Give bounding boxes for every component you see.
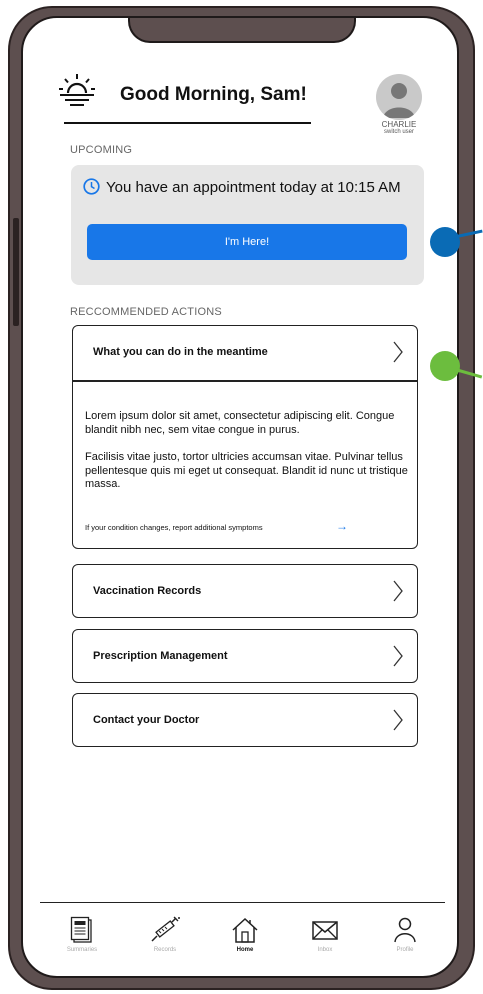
- nav-label: Home: [236, 947, 254, 953]
- mail-icon: [312, 921, 338, 940]
- nav-label: Records: [153, 947, 177, 953]
- switch-user-link[interactable]: switch user: [363, 129, 435, 135]
- annotation-dot-green: [430, 351, 460, 381]
- sunrise-icon: [59, 74, 95, 106]
- clock-icon: [83, 178, 100, 195]
- vaccination-records-card[interactable]: Vaccination Records: [72, 564, 418, 618]
- chevron-right-icon: [393, 709, 403, 731]
- im-here-button[interactable]: I'm Here!: [87, 224, 407, 260]
- appointment-text: You have an appointment today at 10:15 A…: [106, 179, 401, 196]
- chevron-right-icon: [393, 580, 403, 602]
- card-divider: [73, 380, 417, 382]
- upcoming-label: UPCOMING: [70, 144, 133, 156]
- chevron-right-icon: [393, 645, 403, 667]
- nav-label: Profile: [396, 947, 414, 953]
- user-name: CHARLIE: [381, 120, 417, 129]
- phone-screen: Good Morning, Sam! CHARLIE switch user U…: [21, 16, 459, 978]
- nav-divider: [40, 902, 445, 903]
- prescription-management-card[interactable]: Prescription Management: [72, 629, 418, 683]
- arrow-right-icon[interactable]: →: [336, 519, 348, 533]
- nav-records[interactable]: Records: [135, 916, 195, 964]
- contact-doctor-card[interactable]: Contact your Doctor: [72, 693, 418, 747]
- report-symptoms-link[interactable]: If your condition changes, report additi…: [85, 523, 263, 532]
- greeting-underline: [64, 122, 311, 124]
- meantime-card-header[interactable]: What you can do in the meantime: [73, 326, 417, 380]
- document-icon: [70, 916, 92, 943]
- nav-label: Summaries: [66, 947, 98, 953]
- meantime-card-body: Lorem ipsum dolor sit amet, consectetur …: [85, 410, 410, 506]
- card-title: Vaccination Records: [93, 585, 202, 597]
- recommended-actions-label: RECCOMMENDED ACTIONS: [70, 306, 222, 318]
- home-icon: [232, 917, 258, 943]
- syringe-icon: [151, 916, 180, 942]
- greeting-title: Good Morning, Sam!: [120, 84, 307, 105]
- nav-home[interactable]: Home: [215, 916, 275, 964]
- body-paragraph: Lorem ipsum dolor sit amet, consectetur …: [85, 410, 395, 436]
- avatar[interactable]: [376, 74, 422, 120]
- meantime-card: What you can do in the meantime Lorem ip…: [72, 325, 418, 549]
- chevron-right-icon: [393, 341, 403, 363]
- user-silhouette-icon: [383, 83, 415, 118]
- person-icon: [394, 917, 416, 943]
- card-title: Contact your Doctor: [93, 714, 200, 726]
- nav-summaries[interactable]: Summaries: [52, 916, 112, 964]
- annotation-dot-blue: [430, 227, 460, 257]
- notch: [128, 18, 356, 43]
- appointment-card: You have an appointment today at 10:15 A…: [71, 165, 424, 285]
- nav-profile[interactable]: Profile: [375, 916, 435, 964]
- meantime-card-title: What you can do in the meantime: [93, 346, 268, 358]
- nav-label: Inbox: [317, 947, 333, 953]
- side-button: [13, 218, 19, 326]
- nav-inbox[interactable]: Inbox: [295, 916, 355, 964]
- body-paragraph: Facilisis vitae justo, tortor ultricies …: [85, 451, 408, 490]
- card-title: Prescription Management: [93, 650, 228, 662]
